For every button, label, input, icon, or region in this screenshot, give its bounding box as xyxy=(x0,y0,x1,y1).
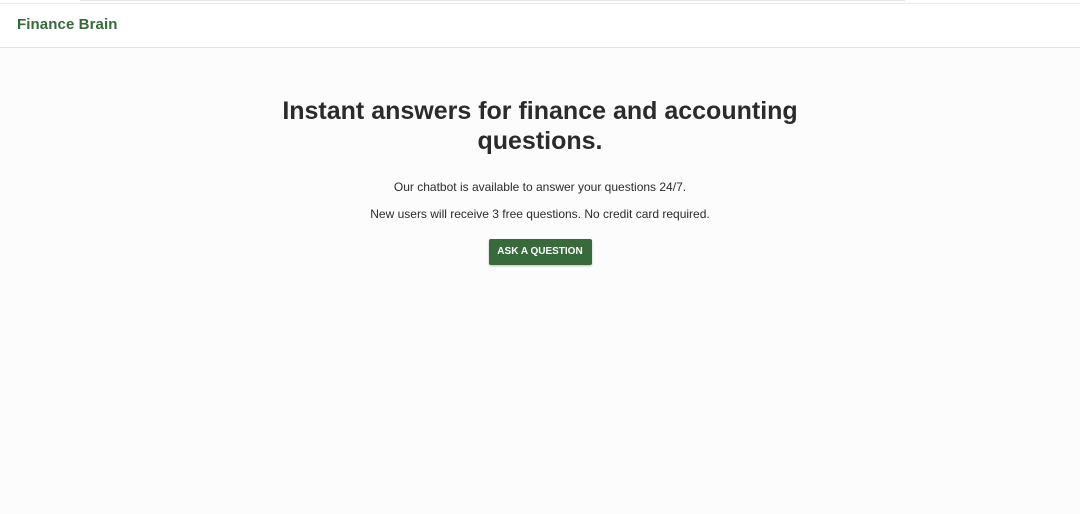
hero-section: Instant answers for finance and accounti… xyxy=(0,96,1080,265)
hero-availability-text: Our chatbot is available to answer your … xyxy=(393,180,687,194)
hero-title: Instant answers for finance and accounti… xyxy=(282,97,798,155)
ask-question-button[interactable]: ASK A QUESTION xyxy=(488,239,592,265)
site-header: Finance Brain xyxy=(0,3,1080,48)
top-divider xyxy=(80,0,905,1)
brand-logo-link[interactable]: Finance Brain xyxy=(17,16,118,33)
hero-free-questions-text: New users will receive 3 free questions.… xyxy=(370,207,710,221)
